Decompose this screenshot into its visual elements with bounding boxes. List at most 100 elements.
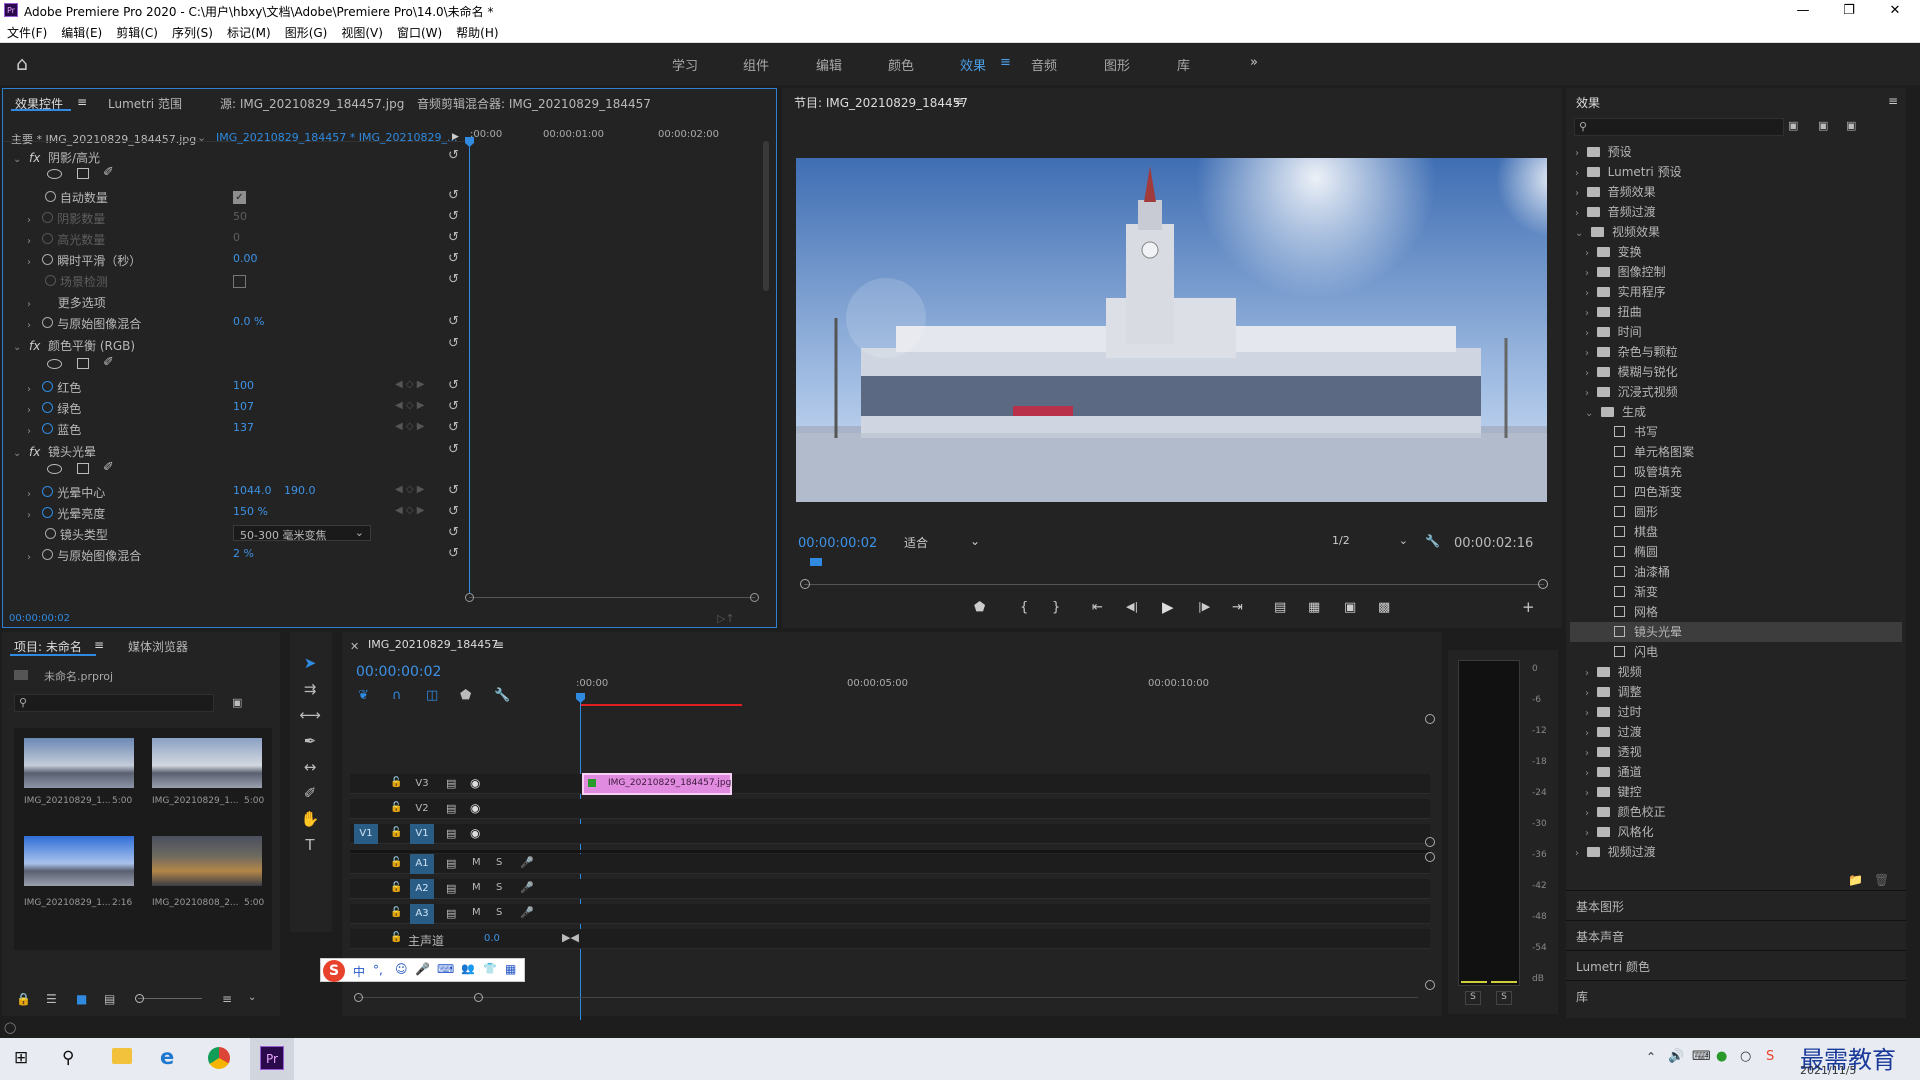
fx-color-balance[interactable]: ⌄ fx 颜色平衡 (RGB)	[13, 337, 135, 355]
ime-punctuation[interactable]: °,	[373, 963, 383, 977]
sequence-clip-label[interactable]: IMG_20210829_184457 * IMG_20210829_...	[216, 131, 457, 144]
instant-smooth-value[interactable]: 0.00	[233, 252, 258, 265]
volume-icon[interactable]: 🔊	[1668, 1049, 1684, 1064]
ellipse-mask-icon[interactable]	[47, 169, 62, 179]
lens-type-select[interactable]: 50-300 毫米变焦 ⌄	[233, 525, 371, 542]
rectangle-mask-icon[interactable]	[77, 463, 89, 474]
timeline-zoom-bar[interactable]	[358, 997, 1418, 998]
menu-window[interactable]: 窗口(W)	[390, 21, 449, 41]
linked-selection-icon[interactable]: ◫	[426, 688, 438, 703]
security-icon[interactable]: ●	[1716, 1049, 1727, 1064]
eye-icon[interactable]: ◉	[470, 826, 480, 840]
ellipse-mask-icon[interactable]	[47, 464, 62, 474]
program-timecode[interactable]: 00:00:00:02	[798, 536, 877, 551]
32bit-effects-icon[interactable]: ▣	[1818, 119, 1828, 132]
workspace-editing[interactable]: 编辑	[816, 55, 842, 74]
sync-lock-icon[interactable]: ▤	[446, 907, 456, 920]
timeline-menu-icon[interactable]: ≡	[494, 638, 504, 652]
workspace-menu-icon[interactable]: ≡	[1000, 55, 1011, 70]
sync-lock-icon[interactable]: ▤	[446, 827, 456, 840]
menu-sequence[interactable]: 序列(S)	[165, 21, 220, 41]
reset-icon[interactable]: ↺	[448, 442, 459, 457]
source-patch-v1[interactable]: V1	[354, 824, 378, 844]
effect-lightning[interactable]: 闪电	[1634, 645, 1658, 659]
track-a1[interactable]: 🔓 A1 ▤ M S 🎤	[350, 854, 1430, 874]
project-search-input[interactable]: ⚲	[14, 694, 214, 712]
selection-tool-icon[interactable]: ➤	[298, 652, 322, 674]
effect-write-on[interactable]: 书写	[1634, 425, 1658, 439]
stopwatch-icon[interactable]	[45, 191, 56, 202]
ime-keyboard-icon[interactable]: ⌨	[437, 962, 454, 976]
ime-skin-icon[interactable]: 👕	[483, 962, 497, 975]
stopwatch-icon[interactable]	[42, 423, 54, 434]
track-a2[interactable]: 🔓 A2 ▤ M S 🎤	[350, 879, 1430, 899]
program-zoom-bar[interactable]	[804, 584, 1544, 585]
folder-video-transitions[interactable]: 视频过渡	[1608, 845, 1656, 859]
export-frame-icon[interactable]: ▷↑	[717, 612, 735, 625]
more-options-label[interactable]: 更多选项	[58, 296, 106, 310]
workspace-effects[interactable]: 效果	[960, 55, 986, 74]
add-marker-icon[interactable]: ⬟	[460, 688, 471, 703]
workspace-audio[interactable]: 音频	[1031, 55, 1057, 74]
effects-menu-icon[interactable]: ≡	[1888, 94, 1898, 108]
program-video-frame[interactable]	[796, 158, 1547, 502]
section-essential-sound[interactable]: 基本声音	[1576, 928, 1624, 945]
folder-utility[interactable]: 实用程序	[1618, 285, 1666, 299]
lock-icon[interactable]: 🔓	[390, 932, 402, 943]
stopwatch-icon[interactable]	[42, 317, 54, 328]
reset-icon[interactable]: ↺	[448, 336, 459, 351]
chevron-down-icon[interactable]: ⌄	[197, 131, 206, 144]
slip-tool-icon[interactable]: ↔	[298, 756, 322, 778]
tab-media-browser[interactable]: 媒体浏览器	[128, 638, 188, 655]
solo-right-button[interactable]: S	[1496, 991, 1512, 1005]
flare-center-x[interactable]: 1044.0	[233, 484, 272, 497]
effects-title[interactable]: 效果	[1576, 94, 1600, 111]
maximize-button[interactable]: ❐	[1826, 0, 1872, 21]
fx-lens-flare[interactable]: ⌄ fx 镜头光晕	[13, 443, 96, 461]
pen-mask-icon[interactable]: ✐	[103, 355, 114, 370]
pen-tool-icon[interactable]: ✐	[298, 782, 322, 804]
track-v3[interactable]: 🔓 V3 ▤ ◉	[350, 774, 1430, 794]
folder-lumetri-presets[interactable]: Lumetri 预设	[1608, 165, 1682, 179]
lift-icon[interactable]: ▤	[1274, 600, 1286, 615]
playhead-icon[interactable]	[465, 137, 474, 147]
stopwatch-icon[interactable]	[45, 528, 56, 539]
reset-icon[interactable]: ↺	[448, 251, 459, 266]
delete-icon[interactable]: 🗑	[1874, 873, 1889, 887]
reset-icon[interactable]: ↺	[448, 209, 459, 224]
sync-lock-icon[interactable]: ▤	[446, 777, 456, 790]
ime-user-icon[interactable]: 👥	[461, 962, 475, 975]
program-playhead-icon[interactable]	[810, 558, 822, 566]
mark-in-icon[interactable]: {	[1020, 600, 1028, 615]
green-value[interactable]: 107	[233, 400, 254, 413]
folder-time[interactable]: 时间	[1618, 325, 1642, 339]
menu-file[interactable]: 文件(F)	[0, 21, 54, 41]
list-view-icon[interactable]: ☰	[46, 992, 57, 1006]
snap-icon[interactable]: ∩	[392, 688, 402, 703]
freeform-view-icon[interactable]: ▤	[104, 992, 115, 1006]
yuv-effects-icon[interactable]: ▣	[1846, 119, 1856, 132]
ime-voice-icon[interactable]: 🎤	[415, 962, 430, 976]
folder-stylize[interactable]: 风格化	[1618, 825, 1654, 839]
rectangle-mask-icon[interactable]	[77, 358, 89, 369]
red-value[interactable]: 100	[233, 379, 254, 392]
master-clip-label[interactable]: 主要 * IMG_20210829_184457.jpg	[11, 131, 196, 147]
program-menu-icon[interactable]: ≡	[954, 94, 964, 108]
menu-view[interactable]: 视图(V)	[334, 21, 390, 41]
edge-browser-icon[interactable]: e	[160, 1045, 174, 1069]
tab-project[interactable]: 项目: 未命名	[14, 638, 82, 655]
menu-markers[interactable]: 标记(M)	[220, 21, 278, 41]
step-forward-icon[interactable]: |▶	[1198, 600, 1210, 613]
workspace-learn[interactable]: 学习	[672, 55, 698, 74]
effect-lens-flare[interactable]: 镜头光晕	[1634, 625, 1682, 639]
mute-button[interactable]: M	[472, 882, 481, 893]
lock-icon[interactable]: 🔓	[390, 802, 402, 813]
keyframe-nav-brightness[interactable]: ◀ ◇ ▶	[395, 505, 424, 516]
solo-button[interactable]: S	[496, 907, 502, 918]
blend-value[interactable]: 0.0 %	[233, 315, 264, 328]
timeline-tab[interactable]: IMG_20210829_184457	[368, 638, 498, 651]
ime-emoji-icon[interactable]: ☺	[395, 962, 408, 976]
menu-help[interactable]: 帮助(H)	[449, 21, 505, 41]
reset-icon[interactable]: ↺	[448, 188, 459, 203]
tray-chevron-icon[interactable]: ⌃	[1646, 1050, 1656, 1064]
